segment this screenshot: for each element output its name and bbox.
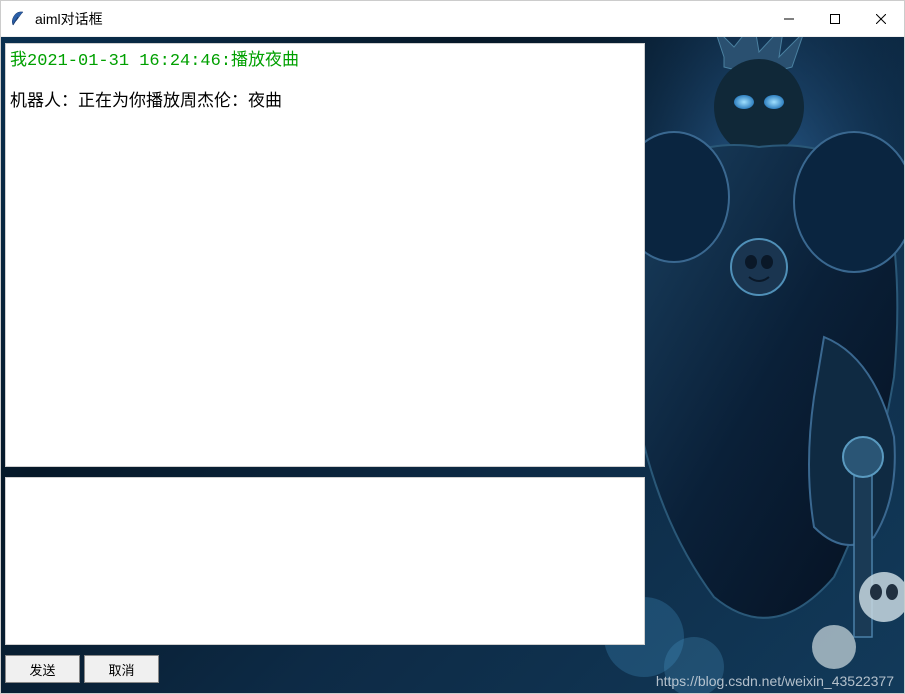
cancel-button[interactable]: 取消: [84, 655, 159, 683]
watermark-text: https://blog.csdn.net/weixin_43522377: [656, 673, 894, 689]
user-message: 播放夜曲: [231, 52, 299, 71]
app-window: aiml对话框: [0, 0, 905, 694]
chat-input[interactable]: [5, 477, 645, 645]
bot-prefix: 机器人：: [10, 91, 78, 110]
send-button[interactable]: 发送: [5, 655, 80, 683]
chat-user-line: 我2021-01-31 16:24:46:播放夜曲: [10, 48, 640, 75]
titlebar: aiml对话框: [1, 1, 904, 37]
window-controls: [766, 1, 904, 36]
button-row: 发送 取消: [5, 655, 159, 683]
bot-message: 正在为你播放周杰伦：夜曲: [78, 91, 282, 110]
user-timestamp: 2021-01-31 16:24:46:: [27, 52, 231, 71]
chat-bot-line: 机器人：正在为你播放周杰伦：夜曲: [10, 87, 640, 114]
minimize-button[interactable]: [766, 1, 812, 36]
feather-icon: [9, 10, 27, 28]
close-button[interactable]: [858, 1, 904, 36]
maximize-button[interactable]: [812, 1, 858, 36]
chat-display[interactable]: 我2021-01-31 16:24:46:播放夜曲 机器人：正在为你播放周杰伦：…: [5, 43, 645, 467]
window-title: aiml对话框: [35, 9, 766, 29]
app-body: 我2021-01-31 16:24:46:播放夜曲 机器人：正在为你播放周杰伦：…: [1, 37, 904, 693]
user-prefix: 我: [10, 52, 27, 71]
